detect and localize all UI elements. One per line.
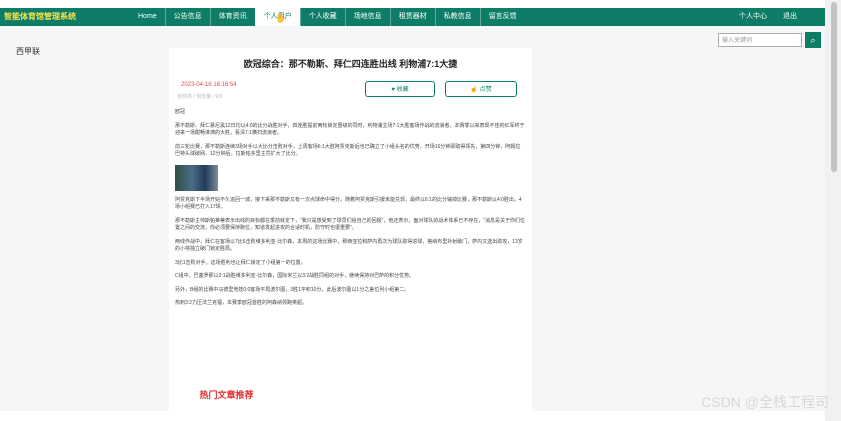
nav-venues[interactable]: 场地信息 [344, 8, 390, 26]
nav-equipment-rental[interactable]: 租赁器材 [389, 8, 435, 26]
like-label: 点赞 [479, 87, 492, 93]
nav-user-center[interactable]: 个人中心 [731, 8, 775, 26]
nav-announcements[interactable]: 公告信息 [164, 8, 210, 26]
article-paragraph: C组中，巴塞罗那以2:1战胜维多利亚·比尔森，国际米兰以3:2战胜同组的对手，继… [175, 273, 415, 279]
article-paragraph: 3比1击败对手，这场胜利也让拜仁锁定了小组第一的位置。 [175, 259, 306, 266]
favorite-button[interactable]: ♥ 收藏 [365, 81, 435, 97]
article-paragraph: 前三轮比赛，那不勒斯连续3场对手以大比分击败对手，上周客场6:1大胜阿贾克斯后也… [175, 143, 521, 158]
search-icon: ⌕ [810, 35, 816, 45]
article-image [175, 164, 218, 191]
article-date: 2023-04-16 16:16:54 [181, 82, 237, 88]
article-meta: 自然体 / 浏览量 / 9/9 [177, 94, 223, 100]
hot-articles-title: 热门文章推荐 [199, 390, 254, 400]
article-title: 欧冠综合：那不勒斯、拜仁四连胜出线 利物浦7:1大捷 [243, 59, 458, 69]
like-button[interactable]: ☝ 点赞 [445, 81, 517, 97]
nav-feedback[interactable]: 留言反馈 [479, 8, 525, 26]
watermark: CSDN @全栈工程司 [701, 394, 829, 410]
mouse-pointer-icon: ✋ [275, 13, 287, 23]
article-paragraph: 另外，B组的比赛中马德里竞技0:0客场平局波尔图，3胜1平积10分，此后波尔图以… [175, 286, 410, 293]
favorite-label: 收藏 [396, 87, 409, 93]
nav-home[interactable]: Home [130, 8, 165, 26]
nav-sports-news[interactable]: 体育资讯 [209, 8, 255, 26]
search-button[interactable]: ⌕ [805, 32, 821, 48]
article-paragraph: 那不勒斯主帅斯帕莱蒂表示出线的目标都在季前就定下，“我只是感受到了球员们给自己的… [175, 217, 526, 232]
article-paragraph: 那不勒斯、拜仁慕尼黑12日均以4:0的比分战胜对手，四连胜提前两轮锁定晋级的同时… [175, 122, 525, 137]
article-paragraph: 热刺3:2力压法兰克福，本赛季欧冠首胜的阿森纳领跑英超。 [175, 300, 307, 306]
search-input[interactable]: 输入关键词 [718, 33, 802, 47]
article-paragraph: 两线作战中，拜仁在客场以7比5击败维多利亚·比尔森，本周的这场比赛中，穆西亚拉和… [175, 238, 523, 253]
nav-favorites[interactable]: 个人收藏 [299, 8, 345, 26]
nav-logout[interactable]: 退出 [775, 8, 805, 26]
top-navigation-bar: 智能体育馆管理系统 Home 公告信息 体育资讯 个人用户 个人收藏 场地信息 … [0, 8, 825, 26]
article-paragraph: 阿贾克斯下半场开始不久追回一城，接下来那不勒斯又有一次点球命中得分。随着阿贾克斯… [175, 196, 522, 211]
nav-right: 个人中心 退出 [731, 8, 805, 26]
article-paragraph: 欧冠 [175, 109, 186, 115]
scrollbar-track[interactable] [825, 0, 841, 421]
article-card: 欧冠综合：那不勒斯、拜仁四连胜出线 利物浦7:1大捷 2023-04-16 16… [169, 48, 532, 413]
sidebar-title: 西甲联 [16, 47, 40, 56]
main-nav: Home 公告信息 体育资讯 个人用户 个人收藏 场地信息 租赁器材 私教信息 … [130, 8, 525, 26]
hot-articles-box: 热门文章推荐 [169, 372, 284, 412]
site-logo-text: 智能体育馆管理系统 [4, 12, 76, 21]
thumbs-up-icon: ☝ [470, 87, 478, 93]
nav-private-coaching[interactable]: 私教信息 [434, 8, 480, 26]
heart-icon: ♥ [391, 87, 395, 93]
scrollbar-thumb[interactable] [831, 2, 837, 172]
article-body: 欧冠 那不勒斯、拜仁慕尼黑12日均以4:0的比分战胜对手，四连胜提前两轮锁定晋级… [175, 109, 525, 314]
